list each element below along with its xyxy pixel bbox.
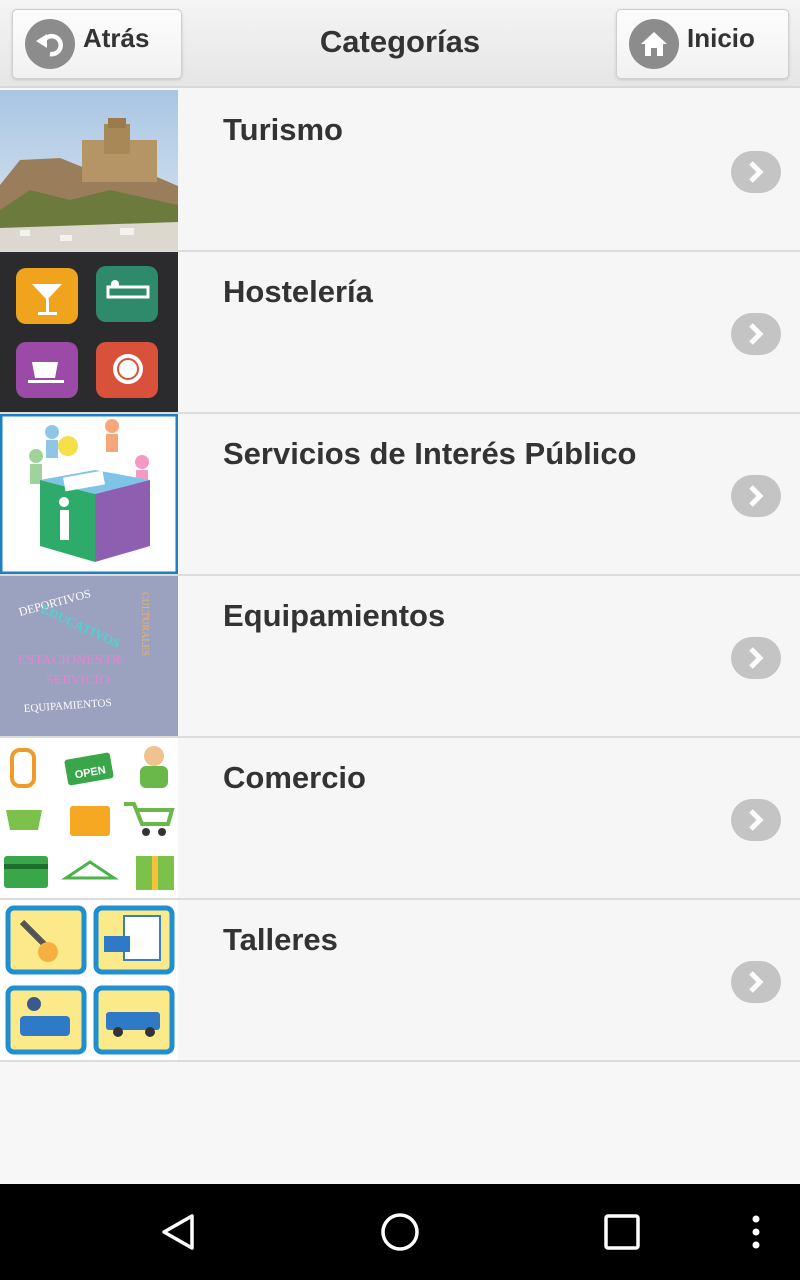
chevron-right-icon [731,961,781,1003]
back-button-label: Atrás [83,22,150,53]
wordcloud-word: CULTURALES [139,592,150,656]
chevron-right-icon [731,151,781,193]
back-arrow-icon [25,19,75,69]
home-circle-icon [381,1213,419,1251]
recents-square-icon [604,1214,640,1250]
home-button[interactable]: Inicio [616,9,789,79]
wordcloud-word: ESTACIONES DE [18,653,125,668]
category-label: Hostelería [223,274,373,309]
category-row-equipamientos[interactable]: DEPORTIVOS EDUCATIVOS ESTACIONES DE SERV… [0,576,800,738]
category-row-comercio[interactable]: OPEN Comercio [0,738,800,900]
category-row-hosteleria[interactable]: Hostelería [0,252,800,414]
chevron-right-icon [731,313,781,355]
info-cube-thumbnail [0,414,178,574]
back-button[interactable]: Atrás [12,9,182,79]
castle-photo-thumbnail [0,90,178,250]
wordcloud-word: SERVICIO [46,673,109,688]
app-header: Atrás Categorías Inicio [0,0,800,88]
nav-overflow-menu-button[interactable] [716,1204,796,1260]
overflow-menu-icon [752,1215,760,1249]
nav-back-button[interactable] [138,1204,218,1260]
chevron-right-icon [731,799,781,841]
category-row-servicios[interactable]: Servicios de Interés Público [0,414,800,576]
hospitality-icons-thumbnail [0,252,178,412]
workshop-icons-thumbnail [0,900,178,1060]
nav-recents-button[interactable] [582,1204,662,1260]
page-title: Categorías [319,24,481,59]
chevron-right-icon [731,475,781,517]
nav-home-button[interactable] [360,1204,440,1260]
equipment-wordcloud-thumbnail: DEPORTIVOS EDUCATIVOS ESTACIONES DE SERV… [0,576,178,736]
category-label: Equipamientos [223,598,446,633]
home-icon [629,19,679,69]
category-label: Comercio [223,760,366,795]
category-label: Servicios de Interés Público [223,436,637,471]
category-label: Talleres [223,922,338,957]
category-label: Turismo [223,112,343,147]
shopping-icons-thumbnail: OPEN [0,738,178,898]
home-button-label: Inicio [687,22,755,53]
category-row-turismo[interactable]: Turismo [0,90,800,252]
back-triangle-icon [162,1214,194,1250]
category-row-talleres[interactable]: Talleres [0,900,800,1062]
category-list: Turismo Hostelería Servicios de Interés … [0,90,800,1062]
chevron-right-icon [731,637,781,679]
system-navigation-bar [0,1184,800,1280]
